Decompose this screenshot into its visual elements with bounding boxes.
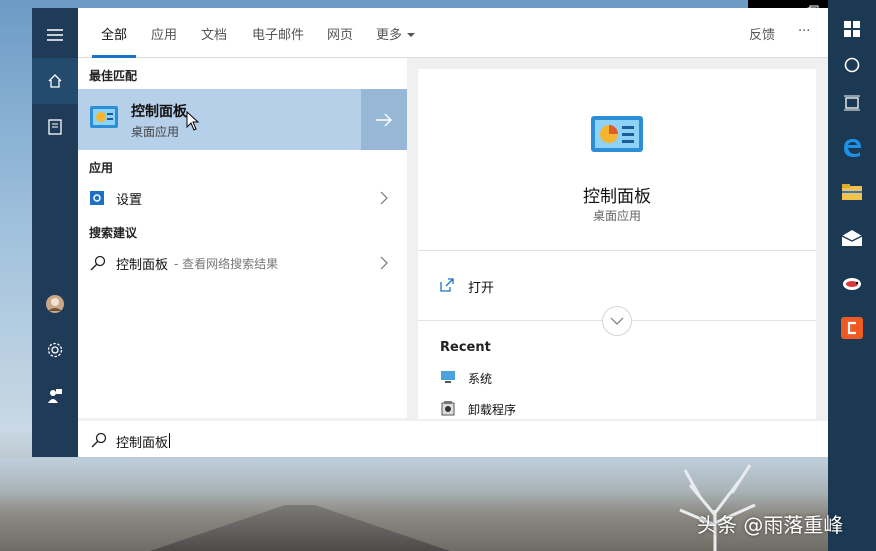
- chevron-right-icon: [380, 191, 388, 205]
- cortana-circle-icon: [844, 57, 860, 73]
- mail-button[interactable]: [828, 219, 876, 257]
- mouse-cursor-icon: [186, 111, 200, 131]
- more-options-button[interactable]: ···: [798, 24, 810, 39]
- fish-app-icon: [843, 278, 861, 290]
- home-button[interactable]: [32, 58, 78, 104]
- windows-logo-icon: [844, 21, 860, 37]
- task-view-icon: [844, 95, 860, 111]
- list-item-settings[interactable]: 设置: [78, 182, 407, 214]
- feedback-link[interactable]: 反馈: [749, 24, 775, 43]
- home-icon: [48, 74, 62, 88]
- recent-item-label: 卸载程序: [468, 403, 517, 417]
- folder-icon: [842, 184, 862, 200]
- detail-pane: 控制面板 桌面应用 打开 Recent 系统 卸载程序: [418, 69, 816, 419]
- notebook-button[interactable]: [32, 104, 78, 150]
- gear-icon: [47, 342, 63, 358]
- taskbar: [828, 0, 876, 551]
- best-match-header: 最佳匹配: [89, 69, 138, 83]
- settings-app-icon: [90, 191, 104, 205]
- watermark-text: 头条 @雨落重峰: [697, 513, 844, 537]
- avatar-button[interactable]: [32, 281, 78, 327]
- search-icon: [91, 432, 107, 448]
- open-action[interactable]: 打开: [440, 276, 640, 296]
- divider: [418, 250, 816, 251]
- open-external-icon: [440, 278, 454, 292]
- edge-icon: [844, 139, 861, 157]
- search-icon: [90, 255, 106, 271]
- recent-header: Recent: [440, 340, 491, 355]
- control-panel-icon: [90, 106, 118, 128]
- search-box[interactable]: 控制面板: [78, 421, 828, 457]
- pinned-app-button[interactable]: [828, 265, 876, 303]
- open-arrow-button[interactable]: [361, 89, 407, 150]
- chevron-down-icon: [610, 317, 624, 325]
- feedback-person-icon: [48, 389, 62, 403]
- text-caret: [169, 433, 170, 448]
- task-view-button[interactable]: [828, 84, 876, 122]
- uninstall-program-icon: [441, 401, 455, 416]
- search-tabs: 全部 应用 文档 电子邮件 网页 更多 反馈 ···: [78, 8, 828, 58]
- pinned-orange-app-button[interactable]: [828, 309, 876, 347]
- suggestion-hint: - 查看网络搜索结果: [174, 256, 279, 271]
- arrow-right-icon: [376, 113, 392, 126]
- feedback-hub-button[interactable]: [32, 373, 78, 419]
- list-item-suggestion[interactable]: 控制面板 - 查看网络搜索结果: [78, 247, 407, 279]
- search-input[interactable]: 控制面板: [116, 432, 168, 451]
- mail-icon: [841, 230, 863, 246]
- avatar-icon: [46, 295, 64, 313]
- chevron-right-icon: [380, 256, 388, 270]
- tab-more-label: 更多: [376, 28, 403, 43]
- list-item-label: 设置: [116, 192, 143, 208]
- settings-button[interactable]: [32, 327, 78, 373]
- open-label: 打开: [468, 281, 495, 296]
- best-match-subtitle: 桌面应用: [131, 125, 180, 139]
- tab-web[interactable]: 网页: [327, 24, 353, 43]
- search-panel: 全部 应用 文档 电子邮件 网页 更多 反馈 ··· 最佳匹配 控制面板 桌面应…: [78, 8, 828, 457]
- tab-apps[interactable]: 应用: [151, 24, 177, 43]
- start-left-rail: [32, 8, 78, 457]
- edge-browser-button[interactable]: [828, 128, 876, 166]
- tab-email[interactable]: 电子邮件: [252, 24, 304, 43]
- hamburger-menu-button[interactable]: [32, 12, 78, 58]
- recent-item-uninstall[interactable]: 卸载程序: [440, 399, 640, 419]
- suggestions-header: 搜索建议: [89, 226, 138, 240]
- results-list: 最佳匹配 控制面板 桌面应用 应用 设置 搜索建议 控制面板 - 查看网络搜索结…: [78, 58, 407, 418]
- expand-button[interactable]: [602, 306, 632, 336]
- start-button[interactable]: [828, 10, 876, 48]
- recent-item-system[interactable]: 系统: [440, 368, 640, 388]
- cortana-button[interactable]: [828, 46, 876, 84]
- detail-title: 控制面板: [583, 187, 651, 207]
- tab-all[interactable]: 全部: [101, 24, 127, 43]
- tab-documents[interactable]: 文档: [201, 24, 227, 43]
- c-app-icon: [841, 317, 863, 339]
- suggestion-query: 控制面板: [116, 257, 169, 273]
- detail-subtitle: 桌面应用: [592, 209, 641, 223]
- apps-section-header: 应用: [89, 161, 114, 175]
- hamburger-icon: [47, 29, 63, 41]
- file-explorer-button[interactable]: [828, 173, 876, 211]
- chevron-down-icon: [407, 33, 416, 37]
- tab-more[interactable]: 更多: [376, 24, 416, 43]
- recent-item-label: 系统: [468, 372, 493, 386]
- best-match-title: 控制面板: [131, 104, 187, 120]
- system-monitor-icon: [441, 371, 455, 383]
- control-panel-large-icon: [591, 116, 643, 152]
- notebook-icon: [48, 119, 62, 135]
- best-match-item[interactable]: 控制面板 桌面应用: [78, 89, 407, 150]
